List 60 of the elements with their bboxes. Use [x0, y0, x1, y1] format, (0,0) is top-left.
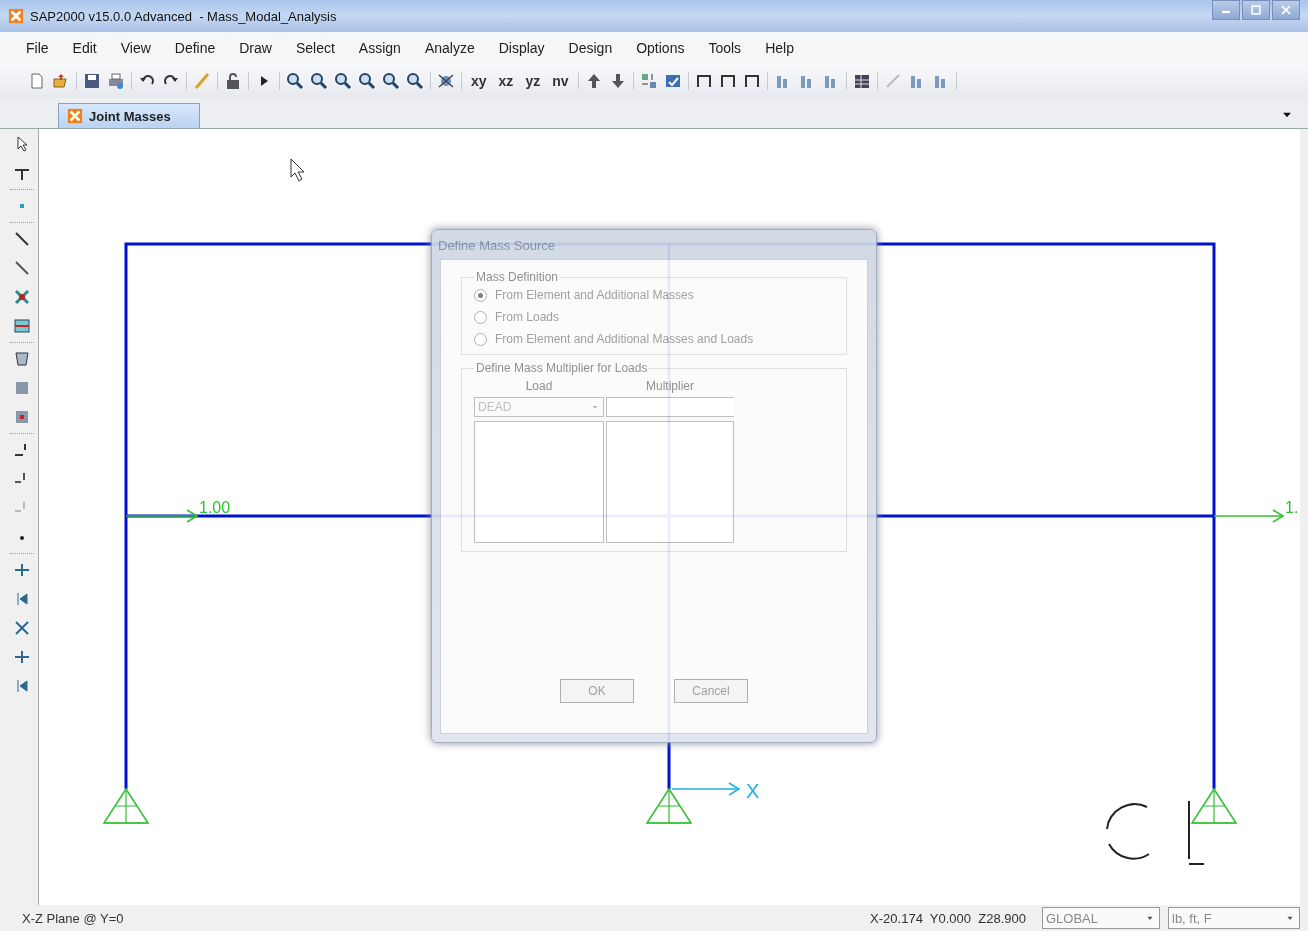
menu-item[interactable]: Draw: [227, 40, 284, 56]
menu-item[interactable]: Assign: [346, 40, 413, 56]
save-icon[interactable]: [83, 72, 101, 90]
app-logo-icon: [67, 108, 83, 124]
zoom-icon[interactable]: [310, 72, 328, 90]
column-header: Load: [524, 379, 554, 393]
app-logo-icon: [8, 8, 24, 24]
menu-item[interactable]: Options: [624, 40, 697, 56]
brace-icon[interactable]: [13, 288, 31, 306]
axis-label: X: [746, 780, 760, 802]
view-button[interactable]: yz: [522, 73, 544, 89]
pin-support-icon: [102, 787, 150, 824]
zoom-icon[interactable]: [286, 72, 304, 90]
solid-icon[interactable]: [13, 408, 31, 426]
window-title: SAP2000 v15.0.0 Advanced - Mass_Modal_Analysis: [30, 8, 338, 24]
group-label: Define Mass Multiplier for Loads: [475, 361, 649, 375]
menu-item[interactable]: Analyze: [412, 40, 487, 56]
menu-item[interactable]: View: [108, 40, 163, 56]
pin-support-icon: [1190, 787, 1238, 824]
menu-item[interactable]: Tools: [696, 40, 754, 56]
coordinates-label: X-20.174 Y0.000 Z28.900: [870, 910, 1026, 926]
table-icon[interactable]: [852, 72, 871, 90]
load-label: 1.: [1285, 499, 1299, 516]
zoom-icon[interactable]: [382, 72, 400, 90]
menu-item[interactable]: File: [14, 40, 61, 56]
load-label: 1.00: [199, 499, 231, 516]
minimize-button[interactable]: [1212, 0, 1240, 20]
line-icon[interactable]: [13, 230, 31, 248]
zoom-icon[interactable]: [334, 72, 352, 90]
view-plane-label: X-Z Plane @ Y=0: [22, 910, 125, 926]
line-icon[interactable]: [13, 259, 31, 277]
maximize-button[interactable]: [1242, 0, 1270, 20]
view-button[interactable]: xy: [468, 73, 490, 89]
view-button[interactable]: xz: [495, 73, 517, 89]
menu-item[interactable]: Display: [486, 40, 557, 56]
view-button[interactable]: nv: [549, 73, 572, 89]
menu-item[interactable]: Help: [753, 40, 806, 56]
print-icon[interactable]: [107, 72, 125, 90]
radio-button[interactable]: [474, 332, 487, 346]
menu-item[interactable]: Design: [556, 40, 625, 56]
dialog-title: Define Mass Source: [437, 237, 557, 255]
open-folder-icon[interactable]: [52, 72, 70, 90]
radio-button[interactable]: [474, 288, 487, 302]
zoom-icon[interactable]: [358, 72, 376, 90]
load-arrow: [1213, 509, 1285, 523]
close-button[interactable]: [1272, 0, 1300, 20]
zoom-icon[interactable]: [406, 72, 424, 90]
radio-button[interactable]: [474, 310, 487, 324]
area-icon[interactable]: [13, 350, 31, 368]
multiplier-field[interactable]: [606, 397, 734, 417]
group-label: Mass Definition: [475, 270, 560, 284]
menu-item[interactable]: Select: [283, 40, 347, 56]
column-header: Multiplier: [645, 379, 695, 393]
menu-item[interactable]: Edit: [60, 40, 109, 56]
x-axis-arrow: [671, 782, 741, 796]
lock-icon[interactable]: [224, 72, 242, 90]
mouse-cursor-icon: [290, 158, 305, 182]
menu-item[interactable]: Define: [162, 40, 228, 56]
pin-support-icon: [645, 787, 693, 824]
document-tab[interactable]: Joint Masses: [58, 103, 200, 128]
